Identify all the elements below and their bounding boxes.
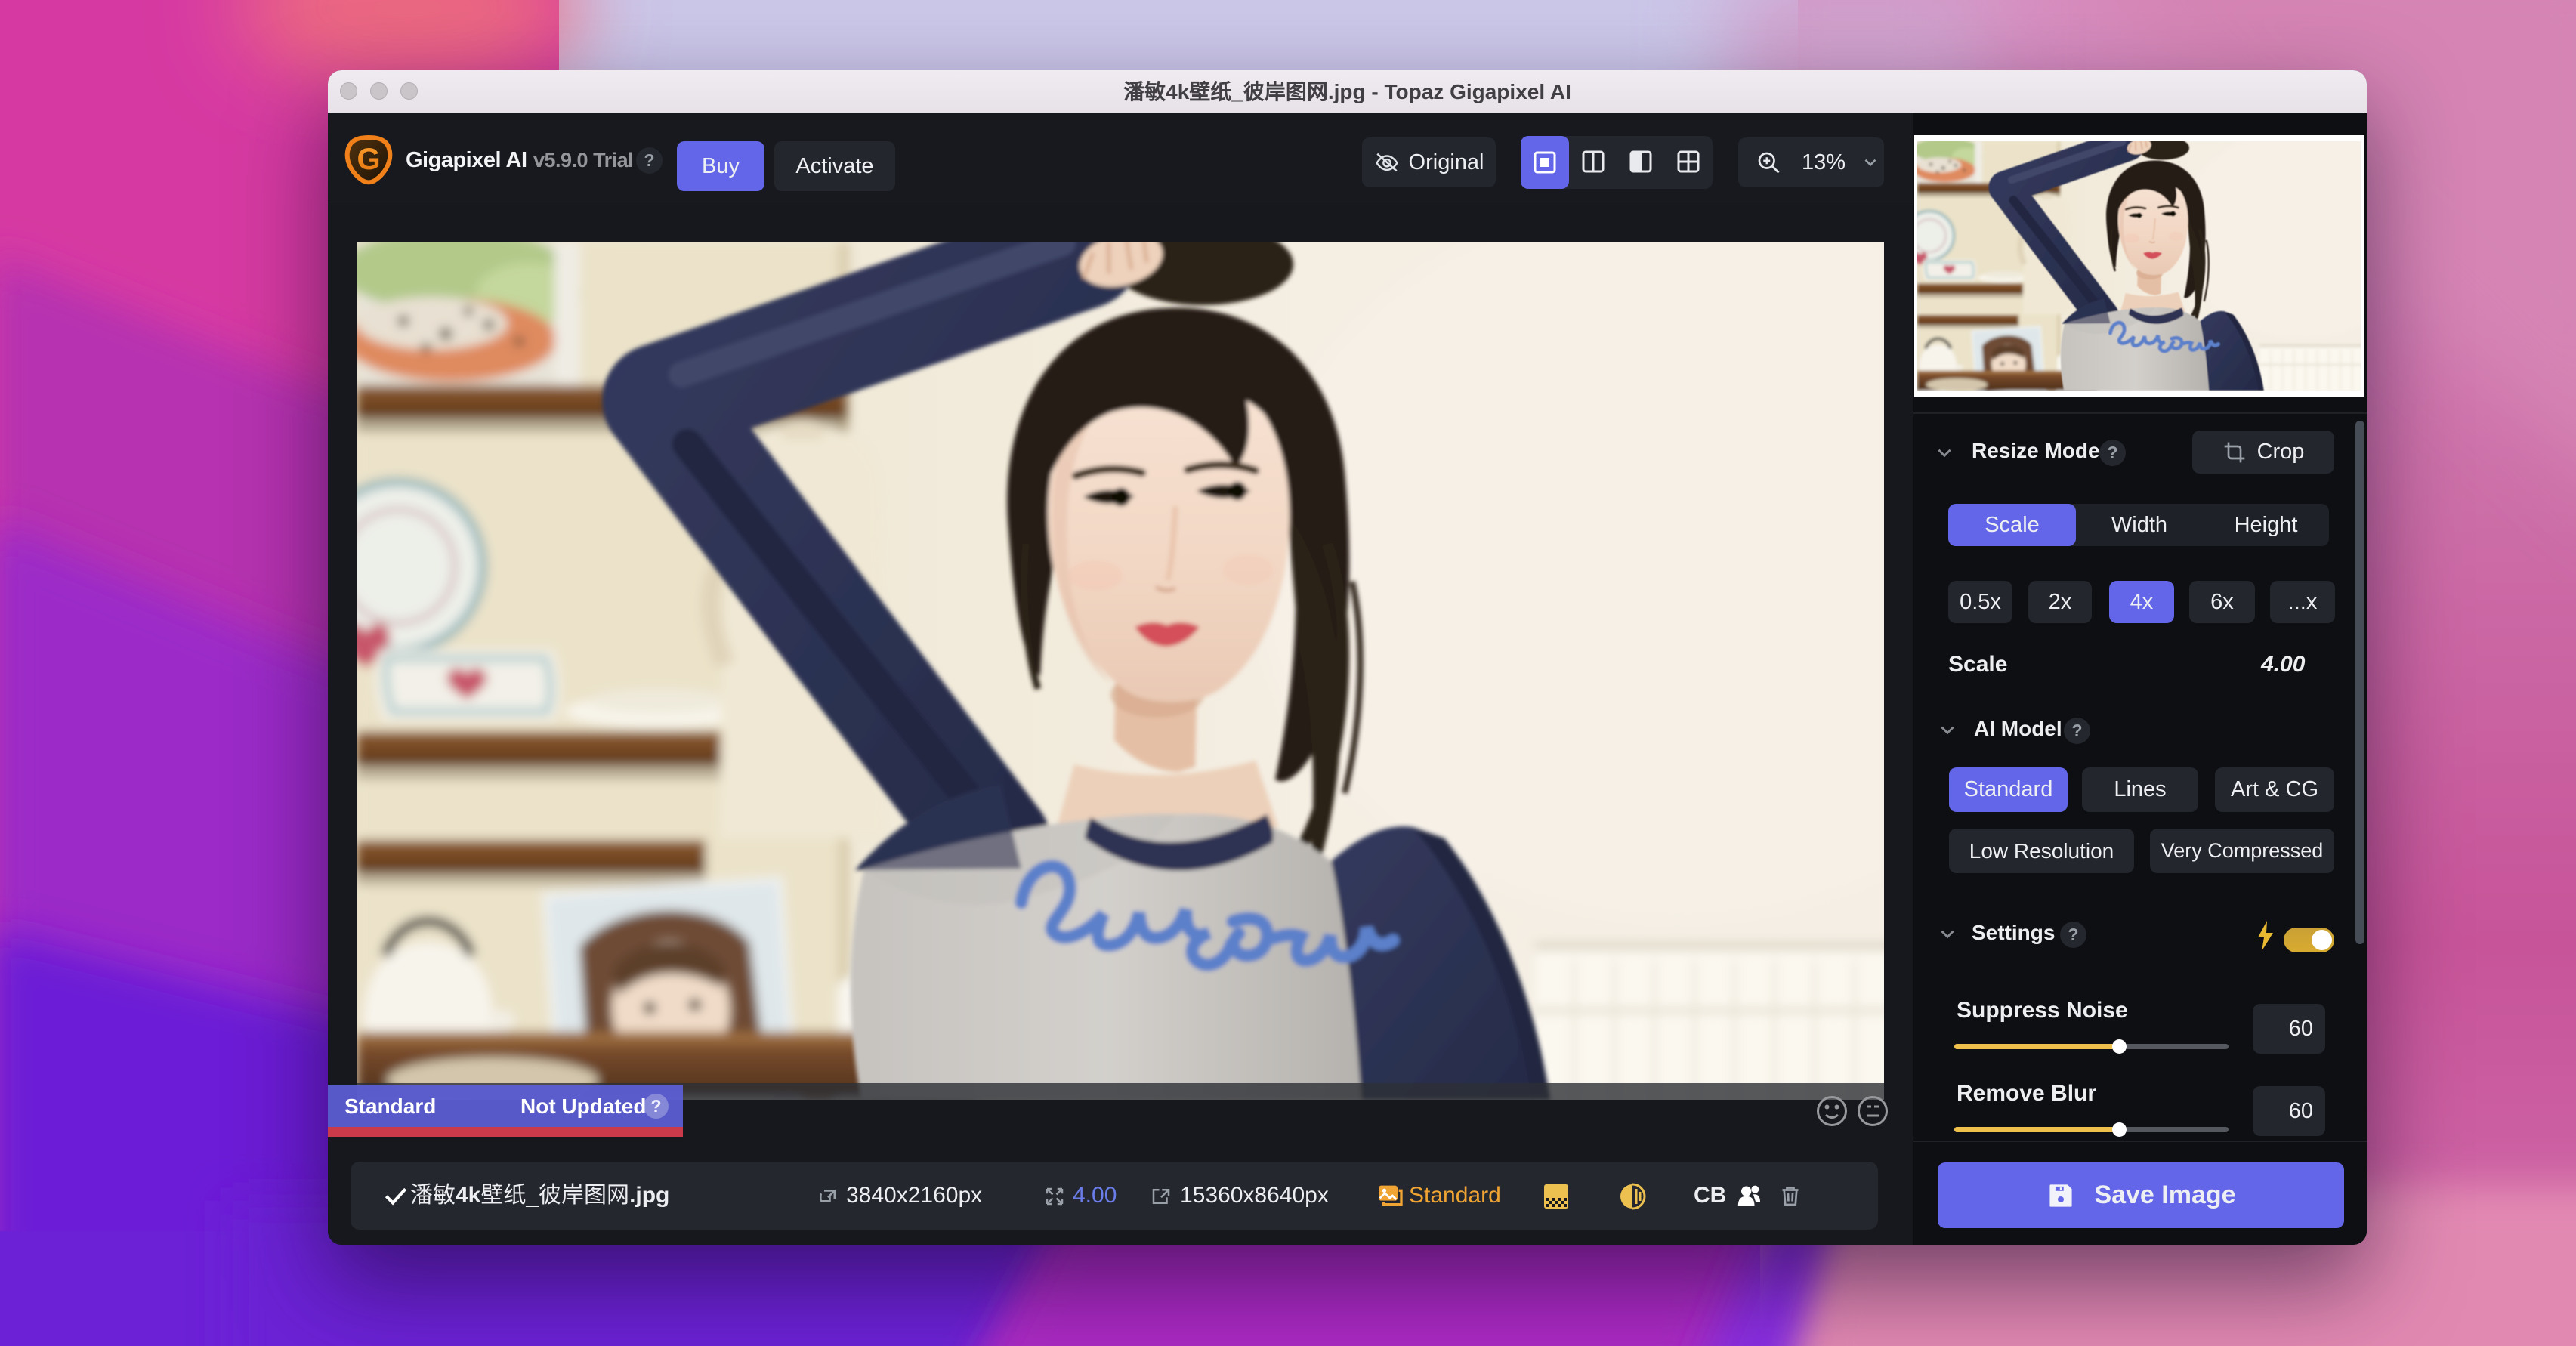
svg-text:G: G — [357, 143, 380, 176]
